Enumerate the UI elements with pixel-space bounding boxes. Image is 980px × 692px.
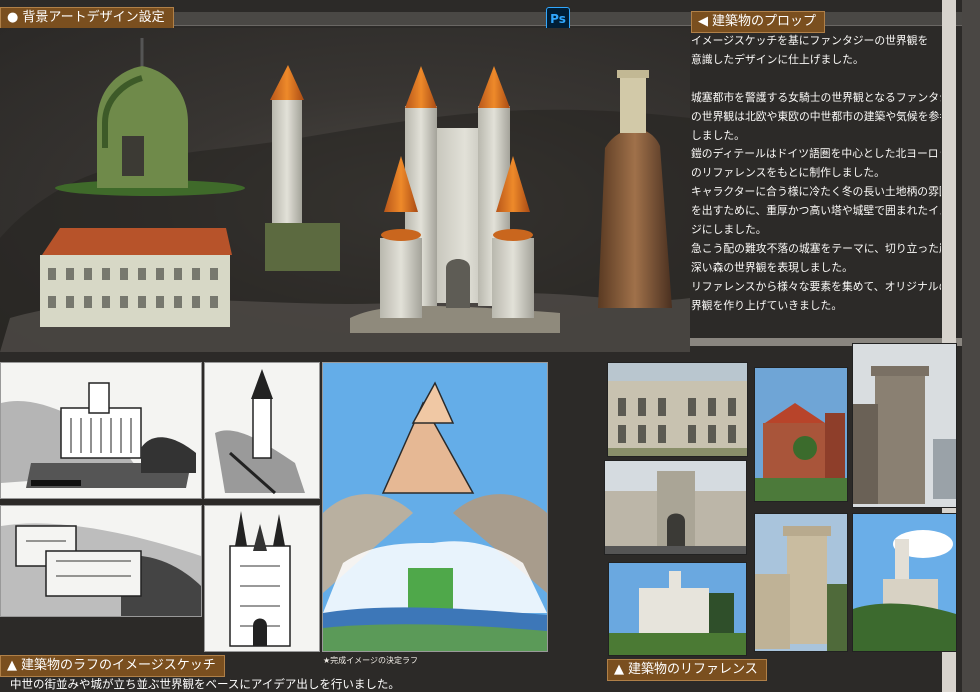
desc-line: のリファレンスをもとに制作しました。 (691, 166, 885, 180)
background-art-header: ● 背景アートデザイン設定 (0, 7, 174, 29)
sketch-gothic-tower (204, 505, 320, 652)
desc-line: 城塞都市を警護する女騎士の世界観となるファンタジー (691, 90, 941, 104)
reference-photo-1 (607, 362, 748, 457)
sketch-drawing (215, 369, 305, 495)
props-marker: ◀ (698, 14, 708, 29)
desc-line: ジにしました。 (691, 223, 767, 237)
photo-content (755, 368, 847, 501)
photo-content (609, 563, 746, 655)
sketch-header: ▲ 建築物のラフのイメージスケッチ (0, 655, 225, 677)
final-rough-caption: ★完成イメージの決定ラフ (323, 656, 419, 665)
sketch-description: 中世の街並みや城が立ち並ぶ世界観をベースにアイデア出しを行いました。 (10, 677, 400, 691)
sketch-cliff-tower (204, 362, 320, 499)
props-description: イメージスケッチを基にファンタジーの世界観を 意識したデザインに仕上げました。 … (691, 32, 941, 316)
sketch-drawing (229, 511, 291, 647)
reference-photo-4 (604, 460, 747, 555)
sketch-drawing (1, 523, 201, 616)
desc-line: 鎧のディテールはドイツ語圏を中心とした北ヨーロッパ (691, 147, 941, 161)
desc-line: イメージスケッチを基にファンタジーの世界観を (691, 34, 929, 47)
desc-line: しました。 (691, 128, 745, 142)
desc-line: リファレンスから様々な要素を集めて、オリジナルの世 (691, 279, 941, 293)
right-rail-dark (962, 0, 980, 692)
sketch-manor-cliff (0, 362, 202, 499)
desc-line: を出すために、重厚かつ高い塔や城壁で囲まれたイメー (691, 204, 941, 218)
sketch-final-rough (322, 362, 548, 652)
reference-photo-6 (852, 513, 957, 652)
sketch-marker: ▲ (7, 658, 17, 673)
building-props-illustration (0, 38, 690, 352)
sketch-drawing (1, 382, 196, 488)
reference-photo-2 (754, 367, 848, 502)
desc-line: 深い森の世界観を表現しました。 (691, 260, 853, 274)
reference-marker: ▲ (614, 662, 624, 677)
reference-title: 建築物のリファレンス (628, 662, 758, 677)
photo-content (853, 344, 956, 507)
props-title: 建築物のプロップ (712, 14, 817, 29)
photo-content (605, 461, 746, 554)
reference-photo-7 (608, 562, 747, 656)
sketch-hill-town (0, 505, 202, 617)
desc-line: 急こう配の難攻不落の城塞をテーマに、切り立った崖や (691, 241, 941, 255)
photo-content (853, 514, 956, 651)
building-props-panel (0, 28, 690, 352)
desc-line: の世界観は北欧や東欧の中世都市の建築や気候を参考に (691, 109, 941, 123)
desc-line: 界観を作り上げていきました。 (691, 298, 843, 312)
reference-photo-3 (852, 343, 957, 508)
sketch-title: 建築物のラフのイメージスケッチ (21, 658, 216, 673)
desc-line: キャラクターに合う様に冷たく冬の長い土地柄の雰囲気 (691, 185, 941, 199)
photo-content (755, 514, 847, 651)
header-marker: ● (7, 10, 19, 25)
desc-line (691, 70, 941, 89)
desc-line: 意識したデザインに仕上げました。 (691, 52, 864, 66)
reference-photo-5 (754, 513, 848, 652)
props-header: ◀ 建築物のプロップ (691, 11, 826, 33)
photo-content (608, 363, 747, 456)
reference-header: ▲ 建築物のリファレンス (607, 659, 767, 681)
header-title: 背景アートデザイン設定 (22, 10, 165, 25)
sketch-drawing (323, 363, 547, 651)
